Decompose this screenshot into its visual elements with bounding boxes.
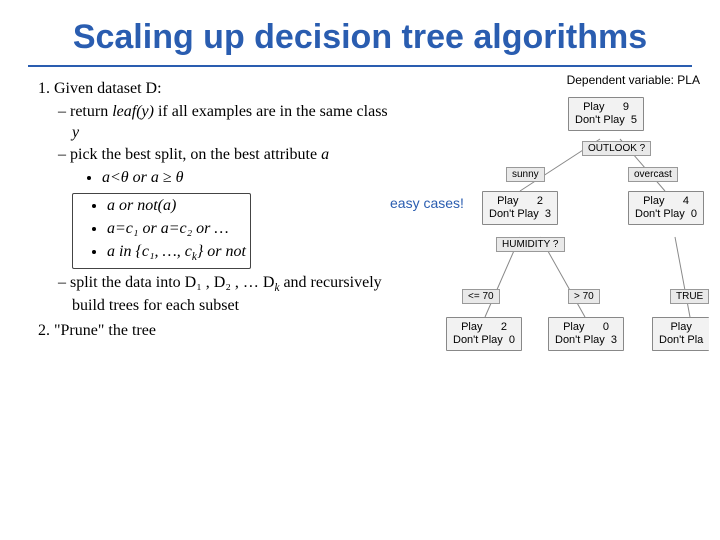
bullet-eq: a=c₁ or a=c₂ or …: [107, 219, 246, 240]
root-node: Play 9 Don't Play 5: [568, 97, 644, 131]
l1p: Play: [461, 321, 482, 333]
b4m: ₁, …, c: [149, 243, 192, 260]
s1cm1: ₁ , D: [196, 274, 225, 291]
content-row: Given dataset D: return leaf(y) if all e…: [0, 79, 720, 346]
n1pn: 2: [537, 195, 543, 207]
b4po: } or not: [197, 243, 246, 260]
rdn: 5: [631, 114, 637, 126]
s1a-post: if all examples are in the same class: [154, 103, 388, 120]
leaf-le70: Play 2 Don't Play 0: [446, 317, 522, 351]
outlook-label: OUTLOOK ?: [582, 141, 651, 156]
leaf-gt70: Play 0 Don't Play 3: [548, 317, 624, 351]
tree-diagram: easy cases! Dependent variable: PLA Play…: [390, 79, 700, 346]
l1d: Don't Play: [453, 334, 503, 346]
bullet-theta: a<θ or a ≥ θ: [102, 168, 390, 189]
n2pn: 4: [683, 195, 689, 207]
l2d: Don't Play: [555, 334, 605, 346]
n1d: Don't Play: [489, 208, 539, 220]
n2p: Play: [643, 195, 664, 207]
step-1: Given dataset D: return leaf(y) if all e…: [54, 79, 390, 317]
s1cp: split the data into D: [70, 274, 196, 291]
edge-le70: <= 70: [462, 289, 500, 304]
l3p: Play: [670, 321, 691, 333]
bullet-not: a or not(a): [107, 196, 246, 217]
l2dn: 3: [611, 334, 617, 346]
dependent-variable-label: Dependent variable: PLA: [567, 73, 700, 87]
leaf-true: Play Don't Pla: [652, 317, 709, 351]
slide-title: Scaling up decision tree algorithms: [28, 0, 692, 67]
s1a-leaf: leaf(y): [112, 103, 154, 120]
s1b-text: pick the best split, on the best attribu…: [70, 146, 321, 163]
node-sunny: Play 2 Don't Play 3: [482, 191, 558, 225]
edge-sunny: sunny: [506, 167, 545, 182]
algorithm-text: Given dataset D: return leaf(y) if all e…: [20, 79, 390, 346]
tree-edges: [390, 79, 700, 459]
edge-gt70: > 70: [568, 289, 600, 304]
s1a-y: y: [72, 124, 79, 141]
easy-cases-label: easy cases!: [390, 195, 464, 211]
rpn: 9: [623, 101, 629, 113]
n2d: Don't Play: [635, 208, 685, 220]
step1b: pick the best split, on the best attribu…: [72, 145, 390, 271]
humidity-label: HUMIDITY ?: [496, 237, 565, 252]
l1dn: 0: [509, 334, 515, 346]
n1dn: 3: [545, 208, 551, 220]
b3: a=c₁ or a=c₂ or …: [107, 220, 229, 237]
edge-true: TRUE: [670, 289, 709, 304]
boxed-cases: a or not(a) a=c₁ or a=c₂ or … a in {c₁, …: [72, 193, 251, 269]
step1c: split the data into D₁ , D₂ , … Dk and r…: [72, 273, 390, 317]
l1pn: 2: [501, 321, 507, 333]
l2pn: 0: [603, 321, 609, 333]
b1: a<θ or a ≥ θ: [102, 169, 184, 186]
b2pre: a or: [107, 197, 137, 214]
s1b-a: a: [321, 146, 329, 163]
bullet-in: a in {c₁, …, ck} or not: [107, 242, 246, 265]
s1cm2: ₂ , … D: [225, 274, 274, 291]
rd: Don't Play: [575, 114, 625, 126]
edge-overcast: overcast: [628, 167, 678, 182]
n1p: Play: [497, 195, 518, 207]
b2not: not(a): [137, 197, 176, 214]
step-2: "Prune" the tree: [54, 321, 390, 342]
b4p: a in {c: [107, 243, 149, 260]
s1a-pre: return: [70, 103, 112, 120]
rp: Play: [583, 101, 604, 113]
l2p: Play: [563, 321, 584, 333]
step1a: return leaf(y) if all examples are in th…: [72, 102, 390, 144]
node-overcast: Play 4 Don't Play 0: [628, 191, 704, 225]
step1-text: Given dataset D:: [54, 80, 162, 97]
l3d: Don't Pla: [659, 334, 703, 346]
n2dn: 0: [691, 208, 697, 220]
